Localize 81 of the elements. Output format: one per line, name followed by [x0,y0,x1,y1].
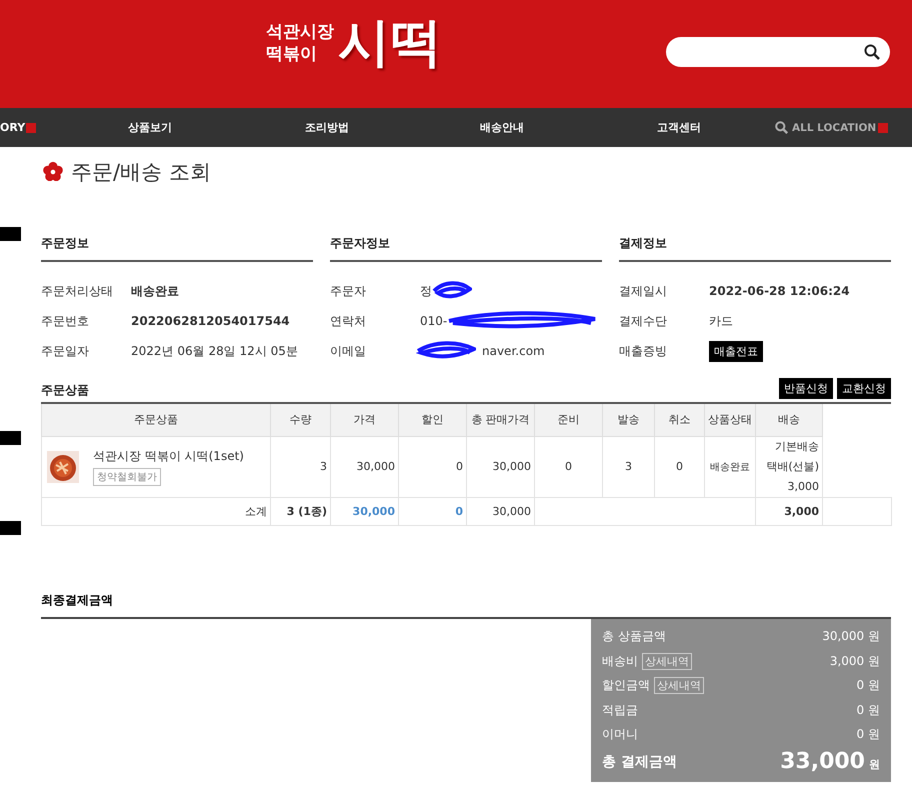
search-icon[interactable] [864,44,880,60]
shipping-text: 3,000 [788,478,819,494]
nav-item[interactable]: 고객센터 [657,120,701,135]
nav-item[interactable]: ALL LOCATION [792,122,876,134]
column-header: 배송 [756,404,822,436]
field-value: 2022-06-28 12:06:24 [709,284,850,298]
column-header: 가격 [330,404,398,436]
total-label: 총 결제금액 [602,752,677,770]
section-title: 결제정보 [619,235,891,262]
product-name[interactable]: 석관시장 떡볶이 시떡(1set) [93,448,244,464]
nav-item[interactable]: 배송안내 [480,120,524,135]
shipping-text: 택배(선불) [766,458,819,474]
table-cell: 30,000 [330,436,398,497]
column-header: 준비 [534,404,602,436]
column-header: 수량 [270,404,330,436]
field-label: 주문처리상태 [41,282,114,300]
summary-label: 배송비 [602,652,638,670]
table-cell: 배송완료 [704,436,756,497]
column-header: 발송 [602,404,654,436]
side-tab[interactable] [0,431,21,445]
field-label: 매출증빙 [619,342,668,360]
table-cell: 0 [398,497,466,525]
flower-icon [41,161,65,183]
field-label: 주문일자 [41,342,90,360]
summary-value: 0 원 [856,726,880,744]
section-title: 주문자정보 [330,235,602,262]
field-label: 결제일시 [619,282,668,300]
field-value: naver.com [482,344,545,358]
section-title: 주문정보 [41,235,313,262]
field-value: 배송완료 [131,282,179,300]
field-label: 이메일 [330,342,367,360]
table-cell: 3 [270,436,330,497]
section-title: 주문상품 [41,382,89,399]
table-cell: 30,000 [466,497,534,525]
column-header: 주문상품 [42,404,270,436]
plus-icon[interactable] [26,123,36,133]
summary-label: 적립금 [602,702,638,719]
column-header: 할인 [398,404,466,436]
summary-label: 이머니 [602,726,638,744]
summary-value: 0 원 [856,677,880,694]
table-cell: 30,000 [466,436,534,497]
table-cell: 3 [602,436,654,497]
table-cell: 0 [534,436,602,497]
column-header: 총 판매가격 [466,404,534,436]
request-button[interactable]: 반품신청 [779,378,833,399]
nav-item[interactable]: 조리방법 [305,120,349,135]
field-label: 주문번호 [41,312,90,330]
field-label: 연락처 [330,312,367,330]
search-field[interactable] [666,37,890,67]
receipt-button[interactable]: 매출전표 [709,340,763,362]
table-cell: 30,000 [330,497,398,525]
field-label: 주문자 [330,282,367,300]
field-value: 2022062812054017544 [131,314,290,328]
summary-label: 총 상품금액 [602,628,666,646]
currency-unit: 원 [869,758,880,771]
shipping-text: 기본배송 [775,438,819,454]
total-amount: 33,000 [780,749,865,774]
column-header: 상품상태 [704,404,756,436]
summary-value: 0 원 [856,702,880,719]
request-button[interactable]: 교환신청 [837,378,891,399]
side-tab[interactable] [0,227,21,241]
nav-item[interactable]: ORY [0,121,26,134]
table-cell: 3 (1종) [270,497,330,525]
field-value: 010- [420,314,448,328]
table-cell: 0 [398,436,466,497]
nav-item[interactable]: 상품보기 [128,120,172,135]
table-cell: 소계 [42,497,270,525]
summary-label: 할인금액 [602,677,650,694]
side-tab[interactable] [0,521,21,535]
summary-value: 30,000 원 [822,628,880,646]
table-cell: 3,000 [756,497,822,525]
page-title: 주문/배송 조회 [71,159,211,186]
column-header: 취소 [654,404,704,436]
field-value: 2022년 06월 28일 12시 05분 [131,342,298,360]
summary-value: 3,000 원 [830,652,880,670]
field-label: 결제수단 [619,312,668,330]
field-value: 카드 [709,312,733,330]
field-value: 정 [420,282,432,300]
notice-tag: 청약철회불가 [93,468,161,486]
table-cell: 0 [654,436,704,497]
plus-icon[interactable] [878,123,888,133]
